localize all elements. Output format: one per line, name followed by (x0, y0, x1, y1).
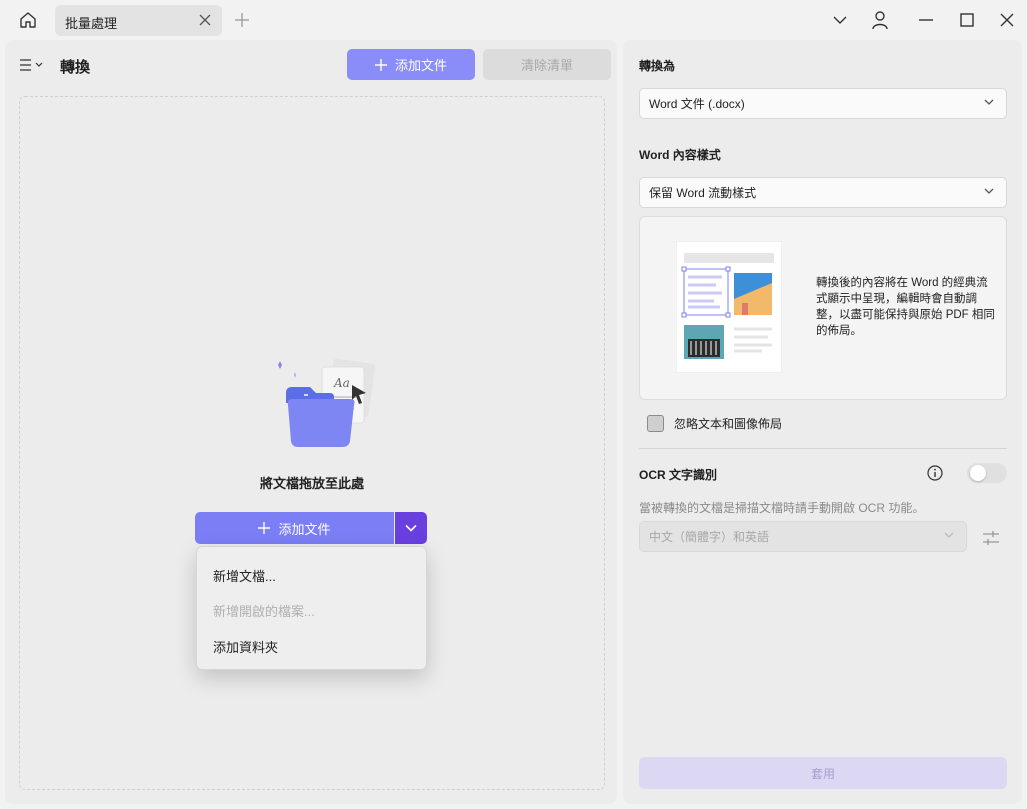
clear-list-label: 清除清單 (520, 58, 573, 73)
convert-to-value: Word 文件 (.docx) (649, 97, 745, 111)
close-icon[interactable] (198, 13, 212, 27)
plus-icon (258, 522, 271, 534)
ignore-layout-checkbox[interactable] (647, 415, 664, 432)
layout-preview: 轉換後的內容將在 Word 的經典流式顯示中呈現，編輯時會自動調整，以盡可能保持… (639, 216, 1007, 400)
chevron-down-icon (984, 99, 994, 105)
ignore-layout-option: 忽略文本和圖像佈局 (647, 415, 782, 432)
add-file-dropdown-menu: 新增文檔... 新增開啟的檔案... 添加資料夾 (196, 546, 427, 670)
chevron-down-icon (944, 532, 954, 538)
menu-item-add-folder[interactable]: 添加資料夾 (213, 637, 278, 656)
word-style-label: Word 內容樣式 (639, 148, 721, 162)
add-file-main-label: 添加文件 (278, 521, 331, 537)
ocr-language-select[interactable]: 中文（簡體字）和英語 (639, 521, 967, 552)
add-file-dropdown-button[interactable] (395, 512, 427, 544)
apply-label: 套用 (810, 766, 835, 781)
maximize-icon[interactable] (957, 10, 977, 30)
window-close-icon[interactable] (997, 10, 1017, 30)
page-title: 轉換 (60, 59, 91, 76)
new-tab-plus-icon[interactable] (232, 10, 252, 30)
menu-item-new-opened-files[interactable]: 新增開啟的檔案... (213, 601, 315, 620)
home-icon (20, 12, 36, 28)
chevron-down-icon[interactable] (830, 10, 850, 30)
ocr-label: OCR 文字識別 (639, 468, 718, 482)
hamburger-icon (20, 59, 43, 71)
info-icon[interactable] (927, 465, 943, 481)
add-file-button[interactable]: 添加文件 (347, 49, 475, 80)
folder-documents-icon: Aa (278, 358, 376, 447)
ocr-language-value: 中文（簡體字）和英語 (649, 530, 770, 544)
drop-hint: 將文檔拖放至此處 (259, 476, 364, 491)
add-file-main-button[interactable]: 添加文件 (195, 512, 394, 544)
tab-label: 批量處理 (65, 16, 118, 31)
add-file-split-button: 添加文件 (195, 512, 427, 544)
ignore-layout-label: 忽略文本和圖像佈局 (674, 417, 783, 431)
home-button[interactable] (12, 6, 44, 34)
divider (639, 448, 1007, 449)
left-panel: 轉換 添加文件 清除清單 Aa 將文檔拖放至此處 添加文件 新增文檔... 新增… (5, 40, 617, 804)
clear-list-button[interactable]: 清除清單 (483, 49, 611, 80)
apply-button[interactable]: 套用 (639, 757, 1007, 789)
chevron-down-icon (405, 524, 417, 532)
menu-item-new-document[interactable]: 新增文檔... (213, 566, 276, 585)
ocr-toggle[interactable] (967, 463, 1007, 483)
ocr-description: 當被轉換的文檔是掃描文檔時請手動開啟 OCR 功能。 (639, 501, 925, 515)
file-drop-zone[interactable]: Aa 將文檔拖放至此處 添加文件 (19, 96, 605, 790)
menu-button[interactable] (19, 56, 49, 74)
document-layout-illustration (676, 241, 782, 373)
convert-to-label: 轉換為 (639, 59, 676, 73)
plus-icon (374, 58, 387, 71)
svg-text:Aa: Aa (333, 376, 350, 390)
chevron-down-icon (984, 188, 994, 194)
account-icon[interactable] (870, 10, 890, 30)
convert-to-select[interactable]: Word 文件 (.docx) (639, 88, 1007, 119)
tab-batch-process[interactable]: 批量處理 (55, 5, 222, 36)
preview-description: 轉換後的內容將在 Word 的經典流式顯示中呈現，編輯時會自動調整，以盡可能保持… (816, 277, 995, 337)
title-bar: 批量處理 (0, 0, 1027, 40)
word-style-value: 保留 Word 流動樣式 (649, 186, 757, 200)
sliders-icon[interactable] (981, 528, 1001, 548)
right-panel: 轉換為 Word 文件 (.docx) Word 內容樣式 保留 Word 流動… (623, 40, 1022, 804)
add-file-label: 添加文件 (394, 58, 447, 73)
minimize-icon[interactable] (916, 10, 936, 30)
toggle-knob (970, 465, 986, 481)
word-style-select[interactable]: 保留 Word 流動樣式 (639, 177, 1007, 208)
